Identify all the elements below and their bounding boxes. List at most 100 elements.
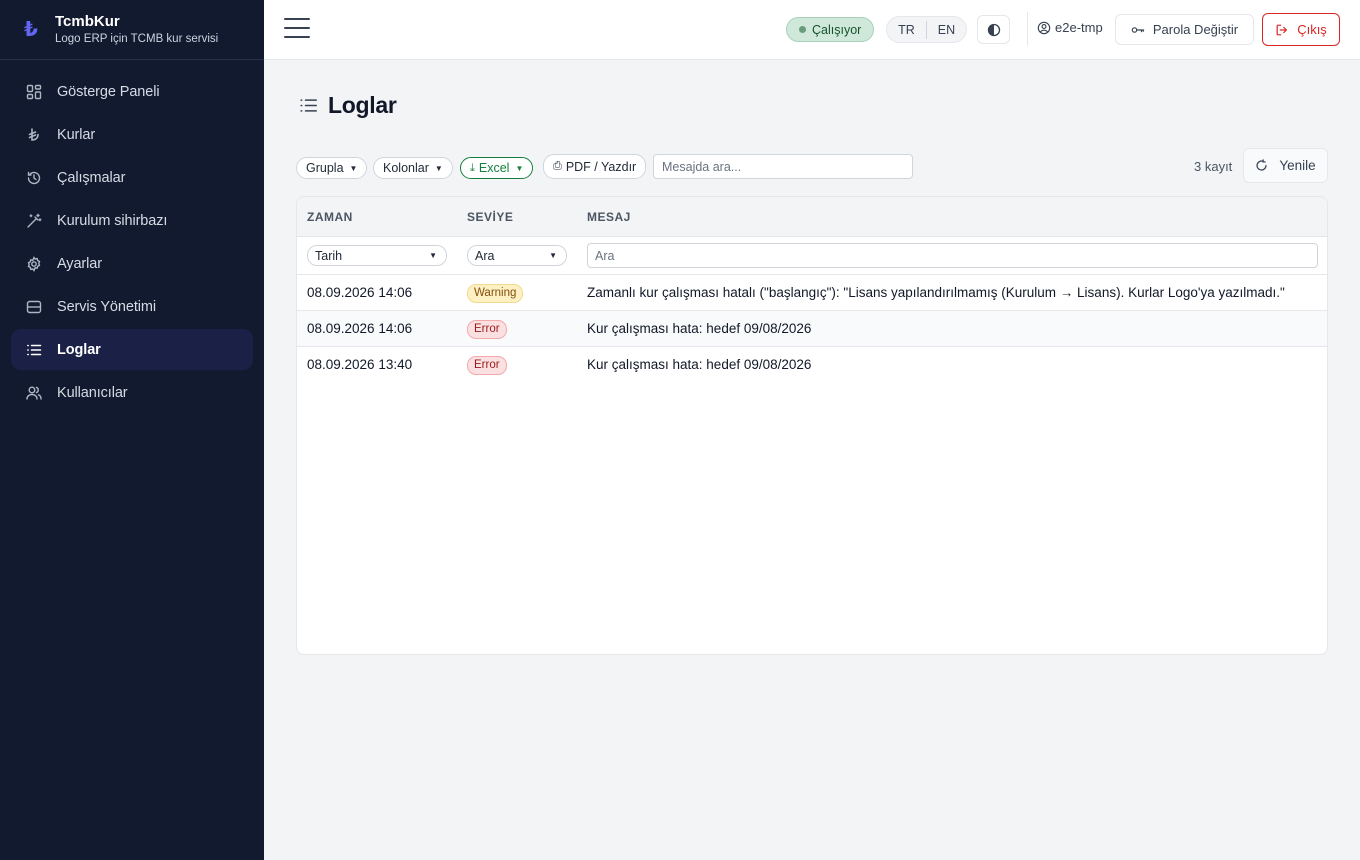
topbar-divider [1027, 12, 1028, 46]
sidebar-item-label: Kurulum sihirbazı [57, 212, 168, 229]
username: e2e-tmp [1055, 20, 1103, 35]
excel-label: Excel [478, 161, 510, 175]
user-circle-icon [1037, 21, 1051, 34]
cell-time: 08.09.2026 14:06 [307, 321, 413, 336]
level-badge: Warning [467, 284, 524, 303]
menu-toggle-icon[interactable] [284, 18, 310, 42]
table-row[interactable]: 08.09.2026 13:40 Error Kur çalışması hat… [297, 347, 1327, 383]
page-heading: Loglar [328, 92, 397, 118]
caret-down-icon: ▼ [549, 251, 557, 260]
record-count: 3 kayıt [1194, 159, 1233, 174]
refresh-label: Yenile [1279, 158, 1316, 173]
page-title: Loglar [299, 92, 397, 119]
status-label: Çalışıyor [812, 22, 862, 37]
dashboard-icon [25, 83, 42, 100]
cell-message: Kur çalışması hata: hedef 09/08/2026 [587, 357, 812, 372]
time-filter-value: Tarih [315, 248, 343, 263]
language-switcher: TR EN [886, 16, 967, 43]
caret-down-icon: ▼ [434, 163, 443, 173]
level-filter-value: Ara [475, 248, 495, 263]
column-header-message[interactable]: MESAJ [587, 210, 631, 224]
sidebar-nav: Gösterge Paneli Kurlar Çalışmalar Kurulu… [0, 60, 264, 413]
columns-dropdown[interactable]: Kolonlar ▼ [373, 157, 453, 179]
cell-level: Error [467, 356, 507, 375]
gear-icon [25, 255, 42, 272]
sidebar-item-dashboard[interactable]: Gösterge Paneli [11, 71, 253, 112]
download-icon: ⤓ [470, 161, 475, 174]
refresh-button[interactable]: Yenile [1243, 148, 1328, 183]
group-by-dropdown[interactable]: Grupla ▼ [296, 157, 368, 179]
sidebar-item-label: Servis Yönetimi [57, 298, 156, 315]
print-icon: ⎙ [553, 160, 562, 172]
message-filter-input[interactable]: Ara [587, 243, 1318, 268]
caret-down-icon: ▼ [515, 163, 524, 173]
server-icon [25, 298, 42, 315]
sidebar-item-kullanicilar[interactable]: Kullanıcılar [11, 372, 253, 413]
excel-export-dropdown[interactable]: ⤓ Excel ▼ [460, 157, 534, 179]
refresh-icon [1256, 159, 1267, 171]
lang-tr-button[interactable]: TR [887, 23, 926, 37]
lira-logo-icon: ₺ [24, 19, 38, 41]
cell-message: Zamanlı kur çalışması hatalı ("başlangıç… [587, 285, 1285, 300]
caret-down-icon: ▼ [429, 251, 437, 260]
change-password-button[interactable]: Parola Değiştir [1115, 14, 1254, 45]
status-dot-icon [799, 26, 806, 33]
cell-level: Error [467, 320, 507, 339]
table-row[interactable]: 08.09.2026 14:06 Warning Zamanlı kur çal… [297, 275, 1327, 311]
sidebar-item-label: Ayarlar [57, 255, 102, 272]
list-icon [25, 341, 42, 358]
brand-title: TcmbKur [55, 13, 120, 30]
caret-down-icon: ▼ [349, 163, 358, 173]
sidebar-item-loglar[interactable]: Loglar [11, 329, 253, 370]
sidebar-item-label: Kullanıcılar [57, 384, 128, 401]
logout-label: Çıkış [1297, 22, 1327, 37]
history-icon [25, 169, 42, 186]
brand[interactable]: ₺ TcmbKur Logo ERP için TCMB kur servisi [0, 0, 264, 60]
sidebar-item-label: Gösterge Paneli [57, 83, 160, 100]
lang-en-button[interactable]: EN [927, 23, 966, 37]
change-password-label: Parola Değiştir [1152, 22, 1239, 37]
level-badge: Error [467, 356, 507, 375]
pdf-print-label: PDF / Yazdır [565, 159, 637, 174]
brand-subtitle: Logo ERP için TCMB kur servisi [55, 33, 219, 45]
cell-time: 08.09.2026 13:40 [307, 357, 413, 372]
sidebar-item-kurulum[interactable]: Kurulum sihirbazı [11, 200, 253, 241]
message-filter-placeholder: Ara [595, 248, 615, 263]
log-table: ZAMAN SEVİYE MESAJ Tarih ▼ Ara ▼ Ara 08.09… [296, 196, 1328, 655]
cell-level: Warning [467, 284, 524, 303]
sidebar-item-kurlar[interactable]: Kurlar [11, 114, 253, 155]
column-header-time[interactable]: ZAMAN [307, 210, 353, 224]
contrast-icon [987, 23, 1000, 36]
group-by-label: Grupla [306, 161, 344, 175]
lira-icon [25, 126, 42, 143]
topbar: Çalışıyor TR EN e2e-tmp Parola Değiştir … [264, 0, 1360, 60]
service-status-badge: Çalışıyor [786, 17, 875, 42]
logout-icon [1276, 24, 1288, 35]
sidebar-item-calismalar[interactable]: Çalışmalar [11, 157, 253, 198]
message-search-input[interactable] [653, 154, 913, 179]
theme-toggle-button[interactable] [977, 15, 1010, 44]
users-icon [25, 384, 42, 401]
columns-label: Kolonlar [383, 161, 429, 175]
sidebar-item-ayarlar[interactable]: Ayarlar [11, 243, 253, 284]
list-icon [300, 99, 317, 112]
sidebar-item-servis[interactable]: Servis Yönetimi [11, 286, 253, 327]
sidebar-item-label: Çalışmalar [57, 169, 126, 186]
filter-row: Tarih ▼ Ara ▼ Ara [297, 237, 1327, 275]
level-filter-select[interactable]: Ara ▼ [467, 245, 567, 266]
cell-message: Kur çalışması hata: hedef 09/08/2026 [587, 321, 812, 336]
table-header: ZAMAN SEVİYE MESAJ [297, 197, 1327, 237]
sidebar-item-label: Kurlar [57, 126, 96, 143]
user-menu[interactable]: e2e-tmp [1037, 20, 1103, 35]
cell-time: 08.09.2026 14:06 [307, 285, 413, 300]
wand-icon [25, 212, 42, 229]
table-row[interactable]: 08.09.2026 14:06 Error Kur çalışması hat… [297, 311, 1327, 347]
column-header-level[interactable]: SEVİYE [467, 210, 513, 224]
sidebar: ₺ TcmbKur Logo ERP için TCMB kur servisi… [0, 0, 264, 860]
pdf-print-button[interactable]: ⎙ PDF / Yazdır [543, 154, 647, 179]
time-filter-select[interactable]: Tarih ▼ [307, 245, 447, 266]
level-badge: Error [467, 320, 507, 339]
sidebar-item-label: Loglar [57, 341, 101, 358]
key-icon [1131, 26, 1145, 33]
logout-button[interactable]: Çıkış [1262, 13, 1340, 46]
